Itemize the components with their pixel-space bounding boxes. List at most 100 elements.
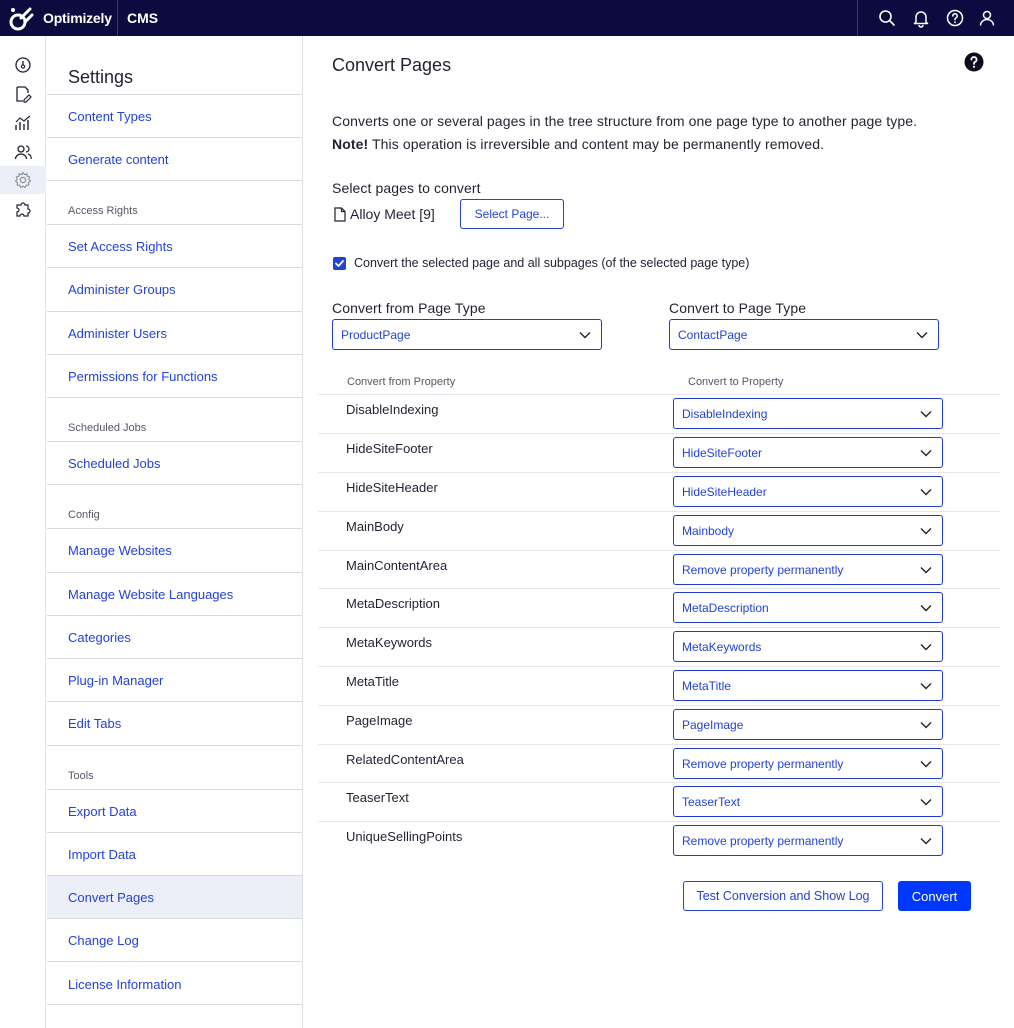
nav-item-content-types[interactable]: Content Types xyxy=(47,94,302,137)
to-property-select[interactable]: MetaTitle xyxy=(673,670,943,701)
select-value: TeaserText xyxy=(682,795,741,809)
nav-item-permissions-for-functions[interactable]: Permissions for Functions xyxy=(47,354,302,397)
nav-link-label[interactable]: Scheduled Jobs xyxy=(68,456,161,471)
nav-link-label[interactable]: Change Log xyxy=(68,933,139,948)
nav-item-license-information[interactable]: License Information xyxy=(47,961,302,1005)
property-row: RelatedContentArea Remove property perman… xyxy=(318,744,1000,783)
from-property-header: Convert from Property xyxy=(347,376,456,388)
main-content: Convert Pages Converts one or several pa… xyxy=(304,36,1014,1028)
to-property-select[interactable]: TeaserText xyxy=(673,786,943,817)
test-conversion-button[interactable]: Test Conversion and Show Log xyxy=(683,881,883,911)
convert-button[interactable]: Convert xyxy=(898,881,971,911)
from-property-name: RelatedContentArea xyxy=(346,752,464,767)
select-value: MetaKeywords xyxy=(682,640,762,654)
from-property-name: MainBody xyxy=(346,519,404,534)
select-page-button[interactable]: Select Page... xyxy=(460,199,564,229)
rail-item-users[interactable] xyxy=(0,138,46,166)
nav-link-label[interactable]: Manage Websites xyxy=(68,543,172,558)
rail-item-settings[interactable] xyxy=(0,166,46,194)
bell-icon[interactable] xyxy=(911,8,931,28)
from-property-name: UniqueSellingPoints xyxy=(346,829,463,844)
nav-item-set-access-rights[interactable]: Set Access Rights xyxy=(47,224,302,267)
nav-item-edit-tabs[interactable]: Edit Tabs xyxy=(47,701,302,745)
rail-item-dashboard[interactable] xyxy=(0,51,46,79)
nav-link-label[interactable]: Generate content xyxy=(68,152,168,167)
from-property-name: DisableIndexing xyxy=(346,402,439,417)
chevron-down-icon xyxy=(920,799,932,806)
rail-item-addons[interactable] xyxy=(0,195,46,223)
top-bar: Optimizely CMS xyxy=(0,0,1014,36)
nav-link-label[interactable]: Categories xyxy=(68,630,131,645)
settings-nav-title: Settings xyxy=(68,67,134,87)
brand-name[interactable]: Optimizely xyxy=(43,10,112,26)
nav-link-label[interactable]: Import Data xyxy=(68,847,136,862)
selected-page-name: Alloy Meet [9] xyxy=(350,206,435,222)
nav-link-label[interactable]: Manage Website Languages xyxy=(68,587,233,602)
nav-item-categories[interactable]: Categories xyxy=(47,615,302,658)
rail-item-edit[interactable] xyxy=(0,80,46,108)
select-value: Mainbody xyxy=(682,524,735,538)
property-row: MetaKeywords MetaKeywords xyxy=(318,627,1000,666)
subpages-checkbox-label[interactable]: Convert the selected page and all subpag… xyxy=(354,256,749,270)
nav-item-scheduled-jobs[interactable]: Scheduled Jobs xyxy=(47,441,302,484)
search-icon[interactable] xyxy=(877,8,897,28)
nav-section-label: Config xyxy=(68,509,100,521)
select-value: Remove property permanently xyxy=(682,757,844,771)
to-property-select[interactable]: DisableIndexing xyxy=(673,398,943,429)
nav-item-administer-groups[interactable]: Administer Groups xyxy=(47,267,302,311)
from-page-type-select[interactable]: ProductPage xyxy=(332,319,602,350)
nav-item-generate-content[interactable]: Generate content xyxy=(47,137,302,180)
nav-item-change-log[interactable]: Change Log xyxy=(47,918,302,961)
chevron-down-icon xyxy=(920,567,932,574)
chevron-down-icon xyxy=(920,722,932,729)
nav-item-manage-websites[interactable]: Manage Websites xyxy=(47,528,302,572)
to-property-select[interactable]: MetaKeywords xyxy=(673,631,943,662)
select-value: ProductPage xyxy=(341,328,411,342)
help-circle-icon[interactable] xyxy=(945,8,965,28)
chevron-down-icon xyxy=(920,761,932,768)
to-page-type-select[interactable]: ContactPage xyxy=(669,319,939,350)
nav-item-export-data[interactable]: Export Data xyxy=(47,789,302,832)
nav-link-label[interactable]: Administer Users xyxy=(68,326,167,341)
nav-link-label[interactable]: Export Data xyxy=(68,804,137,819)
nav-item-administer-users[interactable]: Administer Users xyxy=(47,311,302,354)
to-property-header: Convert to Property xyxy=(688,376,784,388)
user-icon[interactable] xyxy=(977,8,997,28)
from-property-name: MetaDescription xyxy=(346,596,440,611)
nav-item-convert-pages[interactable]: Convert Pages xyxy=(47,875,302,918)
page-icon xyxy=(334,207,346,222)
to-property-select[interactable]: Remove property permanently xyxy=(673,554,943,585)
nav-link-label[interactable]: Permissions for Functions xyxy=(68,369,218,384)
help-icon[interactable] xyxy=(964,52,984,72)
optimizely-logo-icon[interactable] xyxy=(8,4,36,32)
edit-icon xyxy=(16,86,32,103)
note-text: This operation is irreversible and conte… xyxy=(368,136,825,152)
nav-link-label[interactable]: Edit Tabs xyxy=(68,716,121,731)
nav-section-label: Tools xyxy=(68,770,94,782)
to-property-select[interactable]: Remove property permanently xyxy=(673,825,943,856)
addons-icon xyxy=(16,202,31,217)
nav-link-label[interactable]: Plug-in Manager xyxy=(68,673,163,688)
to-property-select[interactable]: Remove property permanently xyxy=(673,748,943,779)
rail-item-reports[interactable] xyxy=(0,109,46,137)
nav-link-label[interactable]: Administer Groups xyxy=(68,282,176,297)
select-value: MetaTitle xyxy=(682,679,731,693)
nav-link-label[interactable]: Set Access Rights xyxy=(68,239,173,254)
to-property-select[interactable]: HideSiteHeader xyxy=(673,476,943,507)
nav-link-label[interactable]: Convert Pages xyxy=(68,890,154,905)
nav-item-manage-website-languages[interactable]: Manage Website Languages xyxy=(47,572,302,615)
chevron-down-icon xyxy=(920,528,932,535)
nav-link-label[interactable]: Content Types xyxy=(68,109,152,124)
to-property-select[interactable]: HideSiteFooter xyxy=(673,437,943,468)
to-property-select[interactable]: Mainbody xyxy=(673,515,943,546)
to-property-select[interactable]: MetaDescription xyxy=(673,592,943,623)
nav-link-label[interactable]: License Information xyxy=(68,977,181,992)
product-name[interactable]: CMS xyxy=(127,10,158,26)
property-row: HideSiteFooter HideSiteFooter xyxy=(318,433,1000,472)
to-property-select[interactable]: PageImage xyxy=(673,709,943,740)
chevron-down-icon xyxy=(920,644,932,651)
subpages-checkbox[interactable] xyxy=(333,257,346,270)
nav-item-plug-in-manager[interactable]: Plug-in Manager xyxy=(47,658,302,701)
divider xyxy=(857,0,858,36)
nav-item-import-data[interactable]: Import Data xyxy=(47,832,302,875)
